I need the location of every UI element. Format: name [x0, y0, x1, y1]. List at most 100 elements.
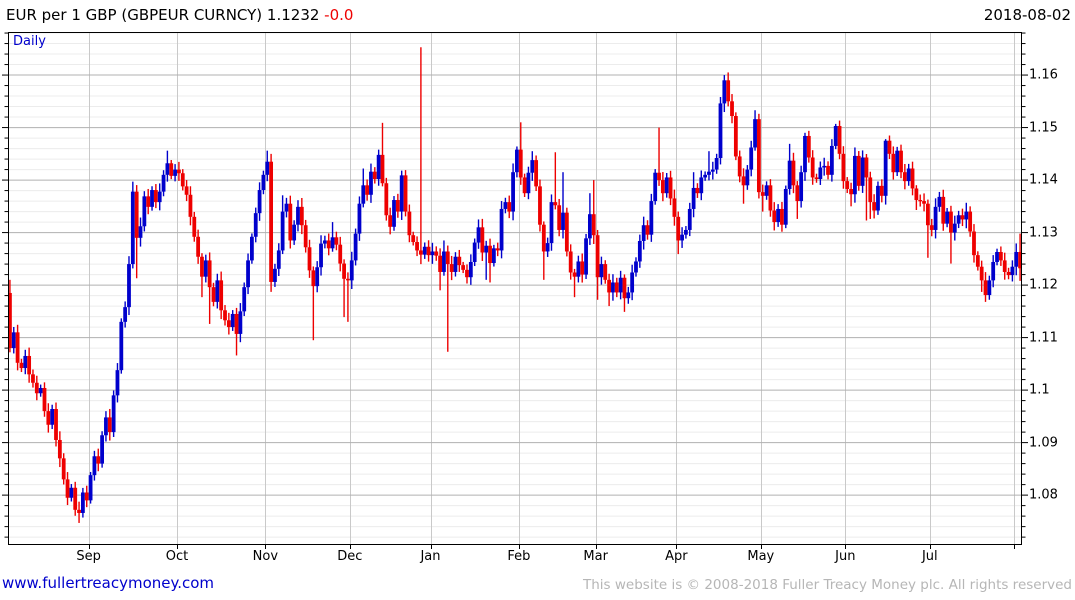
candle-body-down: [557, 205, 562, 230]
candle-body-down: [34, 382, 39, 394]
candle-body-up: [357, 203, 362, 234]
candle-body-down: [507, 202, 512, 212]
candle-body-down: [845, 181, 850, 189]
candle-body-up: [687, 208, 692, 230]
candle-body-up: [718, 103, 723, 159]
candle-body-down: [645, 225, 650, 235]
candle-body-down: [211, 287, 216, 302]
candle-body-down: [534, 160, 539, 187]
candle-body-down: [914, 188, 919, 201]
candle-body-up: [150, 190, 154, 207]
candle-body-down: [676, 216, 681, 241]
candle-body-down: [342, 263, 346, 279]
candle-body-up: [611, 282, 615, 293]
candle-body-down: [538, 186, 542, 225]
candle-body-down: [403, 175, 408, 212]
candle-body-up: [710, 169, 715, 172]
candle-body-down: [180, 173, 185, 187]
candle-body-down: [488, 245, 492, 264]
candle-body-down: [968, 211, 973, 232]
candle-body-up: [722, 80, 727, 104]
candle-body-down: [806, 135, 811, 158]
candle-body-down: [841, 153, 846, 182]
candle-body-down: [380, 154, 385, 184]
candle-body-up: [215, 280, 220, 302]
candle-body-down: [922, 201, 926, 204]
candle-body-up: [138, 226, 143, 238]
candle-body-up: [787, 160, 792, 189]
candle-body-down: [223, 310, 227, 321]
chart-title-text: EUR per 1 GBP (GBPEUR CURNCY) 1.1232: [6, 6, 325, 24]
candle-body-up: [173, 169, 177, 176]
candle-body-down: [780, 208, 784, 225]
candle-body-up: [442, 251, 446, 272]
candle-body-down: [522, 177, 527, 194]
candle-body-down: [449, 264, 454, 272]
y-axis-label: 1.12: [1029, 277, 1058, 293]
chart-date: 2018-08-02: [983, 6, 1071, 24]
candle-body-down: [810, 157, 815, 178]
candle-body-down: [580, 261, 585, 275]
candle-body-down: [27, 355, 32, 375]
candle-body-up: [50, 409, 55, 425]
candle-body-down: [438, 255, 443, 272]
timeframe-label: Daily: [13, 34, 46, 49]
candle-body-down: [998, 252, 1003, 261]
candle-body-up: [576, 261, 581, 277]
candle-body-down: [695, 187, 700, 194]
candle-body-down: [929, 225, 934, 230]
candle-body-up: [952, 223, 957, 233]
candle-body-up: [88, 475, 93, 501]
candle-body-down: [856, 155, 861, 186]
candle-body-up: [353, 233, 358, 261]
candle-body-up: [276, 250, 281, 269]
candle-body-up: [599, 264, 604, 278]
candle-body-down: [849, 188, 853, 195]
candle-body-up: [38, 388, 43, 394]
candle-body-down: [518, 149, 523, 178]
candle-body-up: [956, 215, 961, 224]
candle-body-down: [234, 313, 239, 334]
candle-body-down: [925, 203, 930, 226]
candle-body-down: [288, 203, 293, 241]
candle-body-up: [549, 202, 554, 244]
candle-body-down: [196, 236, 201, 257]
candle-body-up: [937, 196, 942, 207]
candle-body-up: [230, 313, 235, 328]
candle-body-down: [434, 251, 439, 256]
candle-body-up: [119, 321, 124, 371]
candle-body-up: [242, 287, 247, 312]
candle-body-up: [803, 135, 807, 173]
candle-body-up: [23, 355, 28, 369]
candle-body-down: [795, 185, 800, 202]
candle-body-down: [837, 125, 842, 154]
candle-body-up: [753, 119, 757, 148]
chart-title: EUR per 1 GBP (GBPEUR CURNCY) 1.1232 -0.…: [6, 6, 353, 24]
candle-body-down: [372, 171, 377, 180]
site-link[interactable]: www.fullertreacymoney.com: [2, 574, 214, 592]
candle-body-down: [572, 272, 577, 277]
candle-body-down: [303, 225, 308, 248]
candle-body-up: [822, 165, 827, 168]
candle-body-down: [84, 492, 89, 501]
candle-body-down: [46, 411, 51, 425]
candle-body-down: [772, 210, 777, 223]
candle-body-up: [987, 280, 992, 296]
candle-body-down: [200, 256, 204, 277]
candle-body-up: [284, 203, 289, 212]
candle-body-down: [660, 180, 665, 194]
x-axis-label: Dec: [337, 549, 363, 564]
candle-body-up: [322, 240, 327, 244]
candle-body-down: [730, 101, 734, 117]
candle-body-up: [69, 487, 74, 498]
candle-body-up: [127, 264, 131, 308]
candle-body-up: [296, 206, 300, 225]
candle-body-down: [941, 196, 946, 224]
candle-body-up: [376, 154, 381, 180]
candle-body-down: [1006, 271, 1011, 276]
candle-body-up: [453, 256, 458, 272]
candle-body-up: [468, 261, 473, 278]
candle-body-down: [768, 185, 773, 211]
candle-body-down: [568, 251, 573, 273]
candle-body-down: [603, 264, 608, 280]
